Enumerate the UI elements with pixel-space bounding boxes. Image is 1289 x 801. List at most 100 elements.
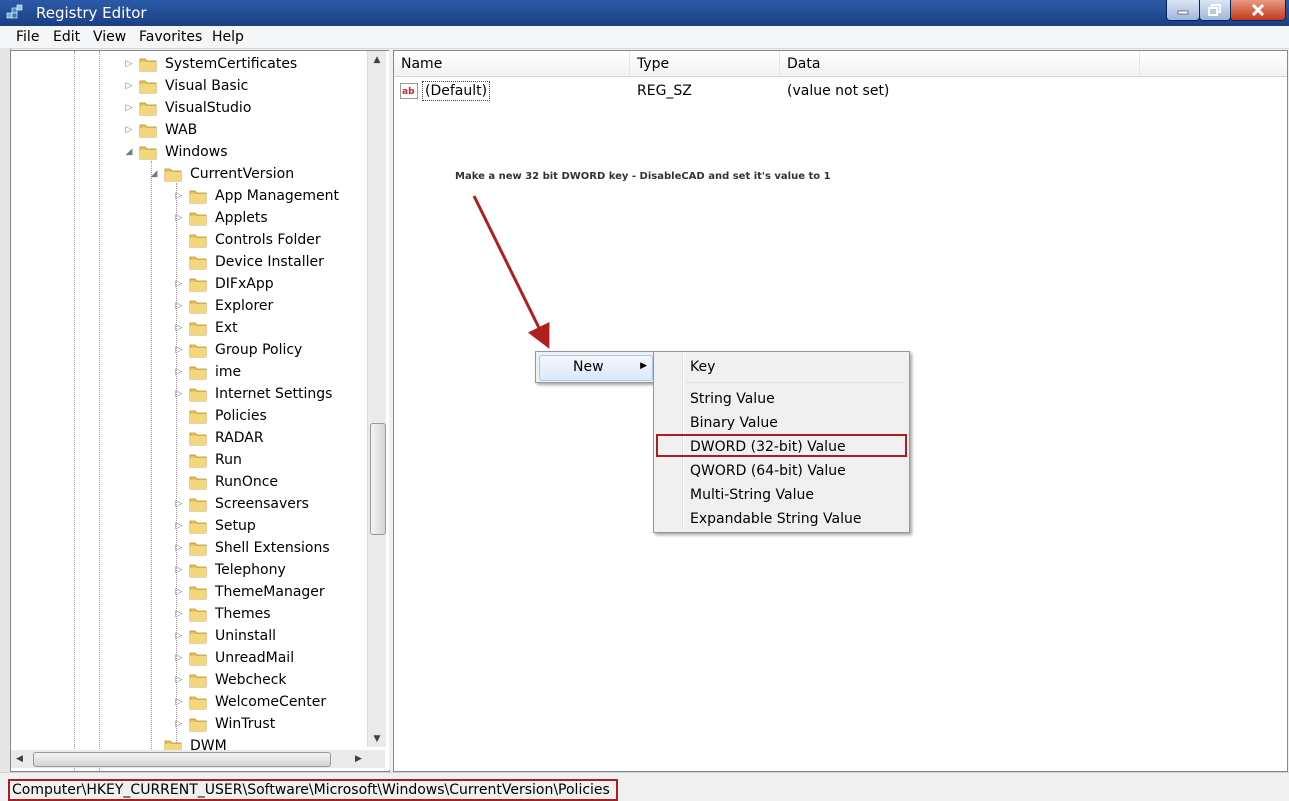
key-tree-pane[interactable]: ▷ SystemCertificates ▷ Visual Basic ▷ VisualS… [10, 50, 390, 772]
submenu-item-key[interactable]: Key [690, 359, 715, 375]
tree-item[interactable]: ▷ WAB [123, 119, 198, 141]
tree-item[interactable]: ▷ Themes [173, 603, 271, 625]
tree-item[interactable]: ▷ DIFxApp [173, 273, 274, 295]
tree-item[interactable]: ▷ WelcomeCenter [173, 691, 327, 713]
tree-item[interactable]: ▷ Visual Basic [123, 75, 249, 97]
expand-arrow-icon[interactable]: ▷ [173, 213, 185, 223]
tree-item[interactable]: ▷ Explorer [173, 295, 274, 317]
tree-item[interactable]: Run [173, 449, 242, 471]
tree-item[interactable]: RADAR [173, 427, 264, 449]
expand-arrow-icon[interactable]: ▷ [173, 653, 185, 663]
tree-item[interactable]: ▷ Telephony [173, 559, 286, 581]
folder-icon [189, 674, 207, 688]
submenu-item-expandable-string-value[interactable]: Expandable String Value [690, 511, 861, 527]
value-name[interactable]: (Default) [422, 81, 491, 101]
tree-item[interactable]: Controls Folder [173, 229, 321, 251]
expand-arrow-icon[interactable]: ▷ [173, 587, 185, 597]
tree-item-label: VisualStudio [165, 100, 252, 116]
tree-item[interactable]: ▷ UnreadMail [173, 647, 295, 669]
expand-arrow-icon[interactable]: ▷ [173, 543, 185, 553]
menu-file[interactable]: File [16, 29, 39, 45]
table-row[interactable]: ab (Default) REG_SZ (value not set) [394, 79, 1287, 103]
expand-arrow-icon[interactable]: ▷ [123, 103, 135, 113]
tree-item[interactable]: ▷ Ext [173, 317, 238, 339]
expand-arrow-icon[interactable]: ▷ [173, 675, 185, 685]
expand-arrow-icon[interactable]: ▷ [173, 323, 185, 333]
minimize-button[interactable] [1166, 0, 1200, 21]
folder-icon [139, 58, 157, 72]
expand-arrow-icon[interactable]: ▷ [173, 565, 185, 575]
tree-item[interactable]: ▷ Applets [173, 207, 268, 229]
folder-icon [189, 344, 207, 358]
collapse-arrow-icon[interactable]: ◢ [148, 169, 160, 179]
tree-scroll-thumb[interactable] [370, 423, 386, 535]
tree-item[interactable]: ▷ WinTrust [173, 713, 276, 735]
tree-horizontal-scrollbar[interactable]: ◀ ▶ [11, 750, 367, 768]
submenu-item-qword-value[interactable]: QWORD (64-bit) Value [690, 463, 846, 479]
scroll-up-arrow-icon[interactable]: ▲ [368, 51, 386, 68]
close-button[interactable] [1230, 0, 1286, 21]
expand-arrow-icon[interactable]: ▷ [173, 697, 185, 707]
expand-arrow-icon[interactable]: ▷ [173, 609, 185, 619]
scroll-left-arrow-icon[interactable]: ◀ [11, 750, 28, 768]
submenu-item-binary-value[interactable]: Binary Value [690, 415, 778, 431]
scroll-down-arrow-icon[interactable]: ▼ [368, 730, 386, 747]
expand-arrow-icon[interactable]: ▷ [173, 499, 185, 509]
expand-arrow-icon[interactable]: ▷ [173, 301, 185, 311]
tree-item[interactable]: ▷ Setup [173, 515, 256, 537]
expand-arrow-icon[interactable]: ▷ [173, 191, 185, 201]
tree-item[interactable]: ▷ ime [173, 361, 242, 383]
submenu-item-multi-string-value[interactable]: Multi-String Value [690, 487, 814, 503]
tree-item[interactable]: ▷ Uninstall [173, 625, 277, 647]
menu-view[interactable]: View [93, 29, 126, 45]
tree-item[interactable]: ▷ SystemCertificates [123, 53, 298, 75]
tree-item-label: WinTrust [215, 716, 276, 732]
folder-icon [189, 410, 207, 424]
tree-item-label: DIFxApp [215, 276, 274, 292]
tree-item-label: Windows [165, 144, 228, 160]
tree-item[interactable]: Device Installer [173, 251, 324, 273]
expand-arrow-icon[interactable]: ▷ [173, 345, 185, 355]
tree-item[interactable]: ▷ Group Policy [173, 339, 303, 361]
tree-item[interactable]: ▷ Internet Settings [173, 383, 333, 405]
tree-item[interactable]: ▷ Screensavers [173, 493, 309, 515]
expand-arrow-icon[interactable]: ▷ [123, 59, 135, 69]
column-header-type[interactable]: Type [630, 51, 780, 77]
tree-item[interactable]: ◢ Windows [123, 141, 228, 163]
expand-arrow-icon[interactable]: ▷ [173, 279, 185, 289]
tree-hscroll-thumb[interactable] [33, 752, 331, 767]
window-title: Registry Editor [36, 4, 147, 22]
tree-item[interactable]: ▷ Webcheck [173, 669, 287, 691]
tree-item[interactable]: ▷ App Management [173, 185, 340, 207]
expand-arrow-icon[interactable]: ▷ [173, 389, 185, 399]
menu-item-new[interactable]: New ▶ [539, 355, 653, 381]
expand-arrow-icon[interactable]: ▷ [173, 521, 185, 531]
tree-item[interactable]: RunOnce [173, 471, 278, 493]
menu-help[interactable]: Help [212, 29, 244, 45]
tree-item[interactable]: Policies [173, 405, 267, 427]
menu-edit[interactable]: Edit [53, 29, 80, 45]
tree-item[interactable]: ▷ Shell Extensions [173, 537, 330, 559]
column-header-data[interactable]: Data [780, 51, 1140, 77]
expand-arrow-icon[interactable]: ▷ [123, 125, 135, 135]
tree-item-label: ime [215, 364, 242, 380]
expand-arrow-icon[interactable]: ▷ [173, 367, 185, 377]
submenu-arrow-icon: ▶ [640, 361, 647, 371]
expand-arrow-icon[interactable]: ▷ [173, 631, 185, 641]
tree-item[interactable]: ▷ VisualStudio [123, 97, 252, 119]
tree-item[interactable]: ▷ ThemeManager [173, 581, 325, 603]
tree-item[interactable]: ◢ CurrentVersion [148, 163, 295, 185]
submenu-item-string-value[interactable]: String Value [690, 391, 775, 407]
scroll-right-arrow-icon[interactable]: ▶ [350, 750, 367, 768]
folder-icon [189, 564, 207, 578]
expand-arrow-icon[interactable]: ▷ [123, 81, 135, 91]
tree-item-label: App Management [215, 188, 340, 204]
folder-icon [139, 102, 157, 116]
maximize-button[interactable] [1199, 0, 1231, 21]
expand-arrow-icon[interactable]: ▷ [173, 719, 185, 729]
collapse-arrow-icon[interactable]: ◢ [123, 147, 135, 157]
tree-item-label: WelcomeCenter [215, 694, 327, 710]
menu-favorites[interactable]: Favorites [139, 29, 202, 45]
tree-vertical-scrollbar[interactable]: ▲ ▼ [367, 51, 386, 747]
column-header-name[interactable]: Name [394, 51, 630, 77]
